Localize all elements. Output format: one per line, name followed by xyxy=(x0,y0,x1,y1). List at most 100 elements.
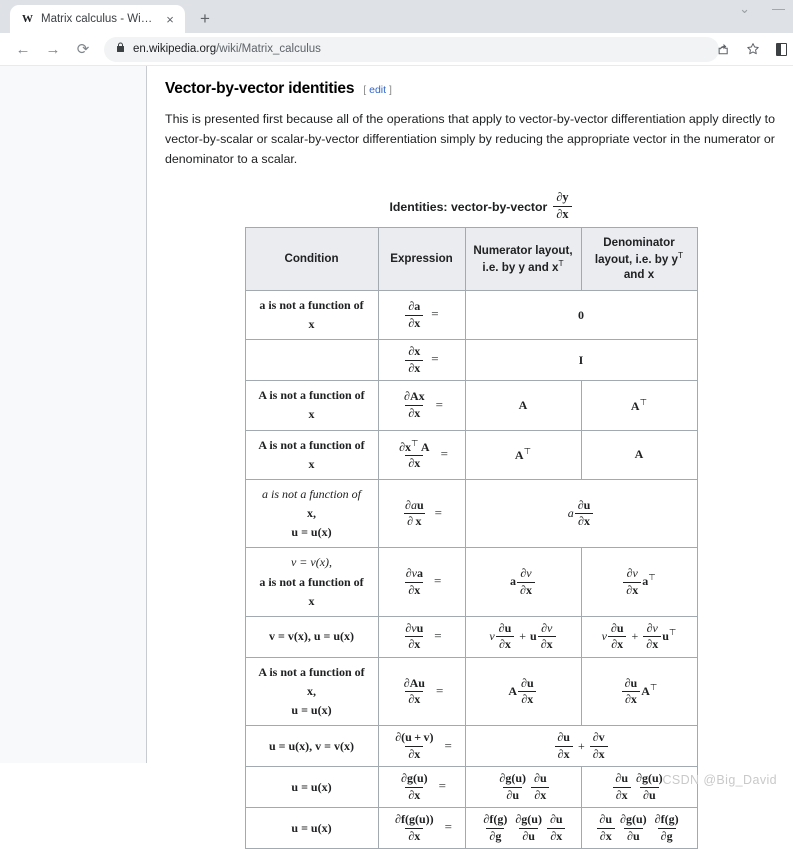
side-panel-icon[interactable] xyxy=(776,43,787,56)
cell-numerator-layout: ∂g(u) ∂u ∂u ∂x xyxy=(464,766,582,809)
cell-result-merged: ∂u ∂x + ∂v ∂x xyxy=(464,725,698,768)
condition-line: u = u(x), v = v(x) xyxy=(268,738,354,753)
table-row: a is not a function of x, u = u(x) ∂au ∂ … xyxy=(244,478,698,549)
cell-condition: v = v(x), a is not a function of x xyxy=(244,547,379,618)
column-header-expression: Expression xyxy=(377,226,466,291)
minimize-icon[interactable]: — xyxy=(772,2,785,15)
cell-result-merged: I xyxy=(464,339,698,382)
cell-expression: ∂x ∂x = xyxy=(377,339,466,382)
cell-condition: a is not a function of x, u = u(x) xyxy=(244,478,379,549)
numerator-header-line1: Numerator layout, xyxy=(473,243,573,257)
column-header-denominator-layout: Denominator layout, i.e. by yT and x xyxy=(580,226,698,291)
numerator-header-line2: i.e. by y and x xyxy=(482,260,559,274)
condition-line: A is not a function of xyxy=(258,437,365,452)
condition-line: v = v(x), xyxy=(290,555,333,570)
table-row: ∂x ∂x = I xyxy=(244,339,698,382)
cell-denominator-layout: ∂u ∂x ∂g(u) ∂u ∂f(g) ∂g xyxy=(580,807,698,849)
cell-numerator-layout: v ∂u ∂x + u ∂v ∂x xyxy=(464,616,582,658)
intro-paragraph: This is presented first because all of t… xyxy=(165,112,775,167)
cell-denominator-layout: ∂u ∂x A⊤ xyxy=(580,656,698,727)
cell-expression: ∂Au ∂x = xyxy=(377,656,466,727)
chevron-down-icon[interactable]: ⌄ xyxy=(739,2,750,15)
numerator-header-sup: T xyxy=(558,257,564,268)
cell-numerator-layout: A ∂u ∂x xyxy=(464,656,582,727)
cell-numerator-layout: A⊤ xyxy=(464,429,582,480)
denominator-header-sup: T xyxy=(678,250,684,261)
condition-line: x, xyxy=(307,684,316,699)
condition-line: u = u(x) xyxy=(291,779,332,794)
cell-condition: A is not a function of x xyxy=(244,429,379,480)
table-row: v = v(x), a is not a function of x ∂va ∂x… xyxy=(244,547,698,618)
cell-denominator-layout: ∂v ∂x a⊤ xyxy=(580,547,698,618)
reload-icon[interactable]: ⟳ xyxy=(68,36,98,62)
cell-expression: ∂f(g(u)) ∂x = xyxy=(377,807,466,849)
wikipedia-sidebar xyxy=(0,66,147,763)
cell-expression: ∂vu ∂x = xyxy=(377,616,466,658)
table-row: u = u(x), v = v(x) ∂(u + v) ∂x = ∂u ∂x + ∂v ∂x xyxy=(244,725,698,768)
table-row: A is not a function of x, u = u(x) ∂Au ∂x… xyxy=(244,656,698,727)
cell-condition: A is not a function of x, u = u(x) xyxy=(244,656,379,727)
cell-condition: a is not a function of x xyxy=(244,289,379,341)
denominator-header-line3: and x xyxy=(623,268,655,282)
cell-denominator-layout: v ∂u ∂x + ∂v ∂x u⊤ xyxy=(580,616,698,658)
browser-tabstrip: W Matrix calculus - Wikipedia × + ⌄ — xyxy=(0,0,793,33)
condition-line: x xyxy=(308,456,315,471)
table-caption-text: Identities: vector-by-vector xyxy=(389,199,548,214)
table-row: u = u(x) ∂g(u) ∂x = ∂g(u) ∂u ∂u ∂x ∂u ∂x ∂g(u) ∂… xyxy=(244,766,698,809)
caption-fraction-numerator: ∂y xyxy=(556,190,569,205)
cell-expression: ∂a ∂x = xyxy=(377,289,466,341)
denominator-header-line1: Denominator xyxy=(603,235,675,249)
section-heading-text: Vector-by-vector identities xyxy=(165,80,355,97)
cell-expression: ∂au ∂ x = xyxy=(377,478,466,549)
cell-condition: u = u(x) xyxy=(244,807,379,849)
column-header-numerator-layout: Numerator layout, i.e. by y and xT xyxy=(464,226,582,291)
cell-expression: ∂(u + v) ∂x = xyxy=(377,725,466,768)
address-bar[interactable]: en.wikipedia.org/wiki/Matrix_calculus xyxy=(104,36,719,62)
condition-line: x xyxy=(308,593,315,608)
cell-condition: v = v(x), u = u(x) xyxy=(244,616,379,658)
cell-numerator-layout: ∂f(g) ∂g ∂g(u) ∂u ∂u ∂x xyxy=(464,807,582,849)
table-header-row: Condition Expression Numerator layout, i… xyxy=(244,226,698,291)
window-controls: ⌄ — xyxy=(739,2,785,15)
share-icon[interactable] xyxy=(716,42,730,58)
back-icon[interactable]: ← xyxy=(8,36,38,62)
caption-fraction: ∂y ∂x xyxy=(553,190,572,222)
table-row: A is not a function of x ∂Ax ∂x = A A⊤ xyxy=(244,380,698,431)
new-tab-button[interactable]: + xyxy=(192,5,218,31)
cell-result-merged: 0 xyxy=(464,289,698,341)
lock-icon xyxy=(116,42,125,56)
wikipedia-favicon-icon: W xyxy=(22,12,33,25)
result-value: 0 xyxy=(578,307,584,322)
page-title: Vector-by-vector identities [ edit ] xyxy=(165,80,777,98)
condition-line: A is not a function of xyxy=(258,664,365,679)
browser-tab-active[interactable]: W Matrix calculus - Wikipedia × xyxy=(10,5,185,33)
cell-condition: A is not a function of x xyxy=(244,380,379,431)
cell-expression: ∂va ∂x = xyxy=(377,547,466,618)
condition-line: A is not a function of xyxy=(258,388,365,403)
column-header-condition: Condition xyxy=(244,226,379,291)
condition-line: a is not a function of xyxy=(259,574,364,589)
condition-line: u = u(x) xyxy=(291,703,332,718)
edit-section-link[interactable]: [ edit ] xyxy=(363,84,392,96)
result-value: I xyxy=(578,352,584,367)
cell-condition: u = u(x) xyxy=(244,766,379,809)
address-bar-url: en.wikipedia.org/wiki/Matrix_calculus xyxy=(133,43,321,55)
cell-numerator-layout: A xyxy=(464,380,582,431)
bracket-open: [ xyxy=(363,84,367,96)
cell-expression: ∂Ax ∂x = xyxy=(377,380,466,431)
tab-title: Matrix calculus - Wikipedia xyxy=(41,13,156,25)
condition-line: a is not a function of xyxy=(262,486,361,501)
identities-table: Condition Expression Numerator layout, i… xyxy=(244,226,698,849)
forward-icon[interactable]: → xyxy=(38,36,68,62)
condition-line: x xyxy=(308,407,315,422)
condition-line: v = v(x), u = u(x) xyxy=(268,629,354,644)
edit-link-text[interactable]: edit xyxy=(369,84,386,96)
close-icon[interactable]: × xyxy=(163,13,177,26)
table-row: u = u(x) ∂f(g(u)) ∂x = ∂f(g) ∂g ∂g(u) ∂u ∂u ∂x … xyxy=(244,807,698,849)
condition-line: u = u(x) xyxy=(291,820,332,835)
caption-fraction-denominator: ∂x xyxy=(553,206,572,222)
table-row: v = v(x), u = u(x) ∂vu ∂x = v ∂u ∂x + u ∂v ∂x v ∂… xyxy=(244,616,698,658)
bookmark-star-icon[interactable] xyxy=(746,42,760,58)
cell-denominator-layout: A xyxy=(580,429,698,480)
toolbar-actions xyxy=(716,33,787,66)
